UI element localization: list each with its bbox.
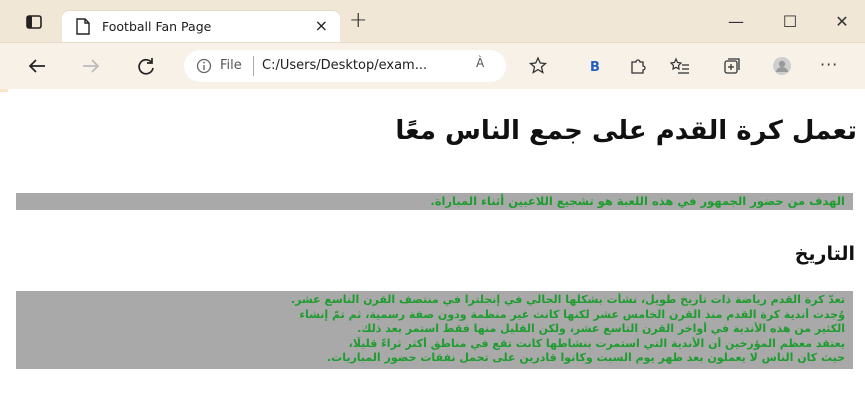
minimize-icon[interactable]: —: [724, 10, 748, 34]
intro-paragraph: الهدف من حضور الجمهور في هذه اللعبة هو ت…: [16, 193, 853, 210]
favorite-icon[interactable]: [528, 56, 548, 76]
history-line: الكثير من هذه الأندية في أواخر القرن الت…: [357, 322, 845, 336]
forward-icon: [83, 59, 100, 73]
read-aloud-icon[interactable]: À: [476, 56, 484, 70]
favorites-list-icon[interactable]: [670, 56, 690, 76]
extensions-icon[interactable]: [628, 56, 648, 76]
tab-bar: Football Fan Page × + — ☐ ✕: [0, 0, 865, 43]
url-text[interactable]: C:/Users/Desktop/exam...: [262, 58, 427, 73]
bing-icon[interactable]: B: [585, 56, 605, 76]
url-separator: [253, 56, 254, 76]
refresh-icon[interactable]: [135, 55, 157, 77]
page-heading: تعمل كرة القدم على جمع الناس معًا: [395, 116, 857, 146]
history-paragraph: تعدّ كرة القدم رياضة ذات تاريخ طويل، نشأ…: [16, 291, 853, 369]
new-tab-icon[interactable]: +: [349, 8, 367, 33]
window-close-icon[interactable]: ✕: [830, 10, 854, 34]
active-tab[interactable]: Football Fan Page ×: [62, 11, 340, 42]
svg-text:B: B: [590, 60, 600, 75]
address-toolbar: File C:/Users/Desktop/exam... À B ···: [0, 43, 865, 89]
tab-actions-icon[interactable]: [26, 15, 42, 29]
history-line: وُجدت أندية كرة القدم منذ القرن الخامس ع…: [299, 307, 845, 321]
history-line: تعدّ كرة القدم رياضة ذات تاريخ طويل، نشأ…: [290, 293, 845, 306]
address-bar[interactable]: File C:/Users/Desktop/exam... À: [184, 50, 506, 82]
maximize-icon[interactable]: ☐: [778, 10, 802, 34]
history-line: يعتقد معظم المؤرخين أن الأندية التي استم…: [348, 336, 845, 350]
more-menu-icon[interactable]: ···: [820, 55, 838, 74]
page-icon: [76, 18, 90, 35]
history-line: حيث كان الناس لا يعملون بعد ظهر يوم السب…: [326, 351, 845, 365]
collections-icon[interactable]: [722, 56, 742, 76]
section-title: التاريخ: [794, 243, 855, 265]
page-content: تعمل كرة القدم على جمع الناس معًا الهدف …: [0, 92, 865, 401]
url-scheme-label: File: [220, 58, 242, 73]
back-icon[interactable]: [26, 55, 48, 77]
tab-title: Football Fan Page: [102, 19, 212, 34]
close-tab-icon[interactable]: ×: [315, 16, 328, 35]
profile-icon[interactable]: [772, 56, 792, 76]
info-icon[interactable]: [196, 58, 212, 74]
